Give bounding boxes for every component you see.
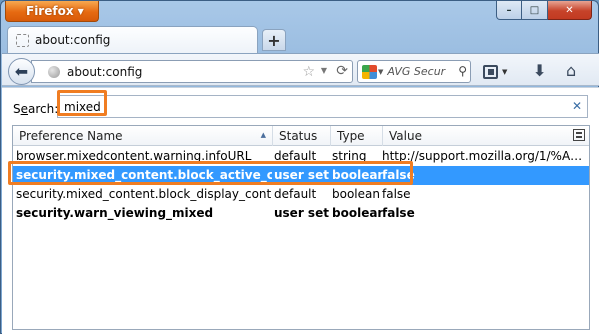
url-text[interactable]: about:config (67, 65, 142, 79)
tab-title: about:config (35, 33, 111, 47)
pref-value: false (382, 187, 411, 201)
filter-input[interactable]: mixed ✕ (57, 95, 588, 118)
pref-name: security.warn_viewing_mixed (16, 206, 214, 220)
history-dropdown-icon[interactable]: ▼ (321, 66, 327, 75)
firefox-menu-label: Firefox (26, 4, 74, 18)
reload-icon[interactable]: ⟳ (336, 63, 348, 79)
home-button[interactable]: ⌂ (566, 61, 576, 80)
filter-label: Search: (13, 102, 59, 116)
search-engine-dropdown-icon[interactable]: ▼ (378, 68, 383, 76)
close-window-button[interactable]: ✕ (548, 1, 592, 20)
chevron-down-icon: ▼ (502, 68, 508, 76)
table-row[interactable]: security.mixed_content.block_display_con… (13, 185, 589, 204)
back-button[interactable]: ⬅ (8, 58, 35, 85)
window-controls: – □ ✕ (496, 1, 592, 20)
column-header-value[interactable]: Value (383, 126, 574, 146)
pref-status: user set (274, 206, 329, 220)
tab-about-config[interactable]: about:config (7, 26, 258, 53)
maximize-button[interactable]: □ (522, 1, 548, 20)
pref-type: boolean (332, 187, 380, 201)
url-bar[interactable]: about:config ☆ ▼ ⟳ (31, 60, 353, 83)
download-arrow-icon: ⬇ (533, 61, 547, 80)
table-row[interactable]: security.warn_viewing_mixed user set boo… (13, 204, 589, 223)
bookmarks-icon (483, 65, 498, 79)
close-icon[interactable]: ✕ (572, 99, 582, 113)
avg-logo-icon[interactable] (362, 64, 377, 79)
search-bar[interactable]: ▼ AVG Secur ⚲ (357, 60, 471, 83)
search-engine-placeholder[interactable]: AVG Secur (387, 65, 445, 78)
minimize-button[interactable]: – (496, 1, 522, 20)
home-icon: ⌂ (566, 61, 577, 80)
pref-value: false (382, 206, 415, 220)
plus-icon: + (267, 30, 281, 50)
column-picker-icon[interactable] (573, 129, 585, 141)
downloads-button[interactable]: ⬇ (533, 61, 546, 80)
sort-ascending-icon: ▲ (260, 131, 266, 139)
column-header-status[interactable]: Status (273, 126, 331, 146)
chevron-down-icon: ▼ (77, 6, 84, 16)
column-header-type[interactable]: Type (331, 126, 383, 146)
pref-status: default (274, 187, 317, 201)
preferences-table: Preference Name ▲ Status Type Value brow… (12, 125, 590, 330)
globe-icon (48, 65, 60, 78)
blank-page-icon (16, 33, 29, 47)
annotation-highlight-row (8, 161, 413, 185)
navigation-toolbar: about:config ☆ ▼ ⟳ ⬅ ▼ AVG Secur ⚲ ▼ ⬇ ⌂ (2, 53, 599, 86)
pref-name: security.mixed_content.block_display_con… (16, 187, 272, 201)
firefox-menu-button[interactable]: Firefox ▼ (5, 1, 99, 22)
table-header: Preference Name ▲ Status Type Value (13, 126, 589, 146)
back-arrow-icon: ⬅ (14, 62, 29, 81)
bookmarks-menu-button[interactable]: ▼ (483, 62, 515, 82)
annotation-highlight-filter (57, 90, 107, 116)
magnifier-icon[interactable]: ⚲ (456, 64, 467, 78)
browser-window: Firefox ▼ – □ ✕ about:config + about:con… (0, 0, 599, 334)
about-config-page: Search: mixed ✕ Preference Name ▲ Status… (2, 87, 599, 334)
pref-value: http://support.mozilla.org/1/%APP... (382, 149, 587, 163)
pref-type: boolean (332, 206, 382, 220)
column-header-preference-name[interactable]: Preference Name ▲ (13, 126, 273, 146)
new-tab-button[interactable]: + (262, 29, 286, 51)
star-icon[interactable]: ☆ (302, 64, 315, 80)
